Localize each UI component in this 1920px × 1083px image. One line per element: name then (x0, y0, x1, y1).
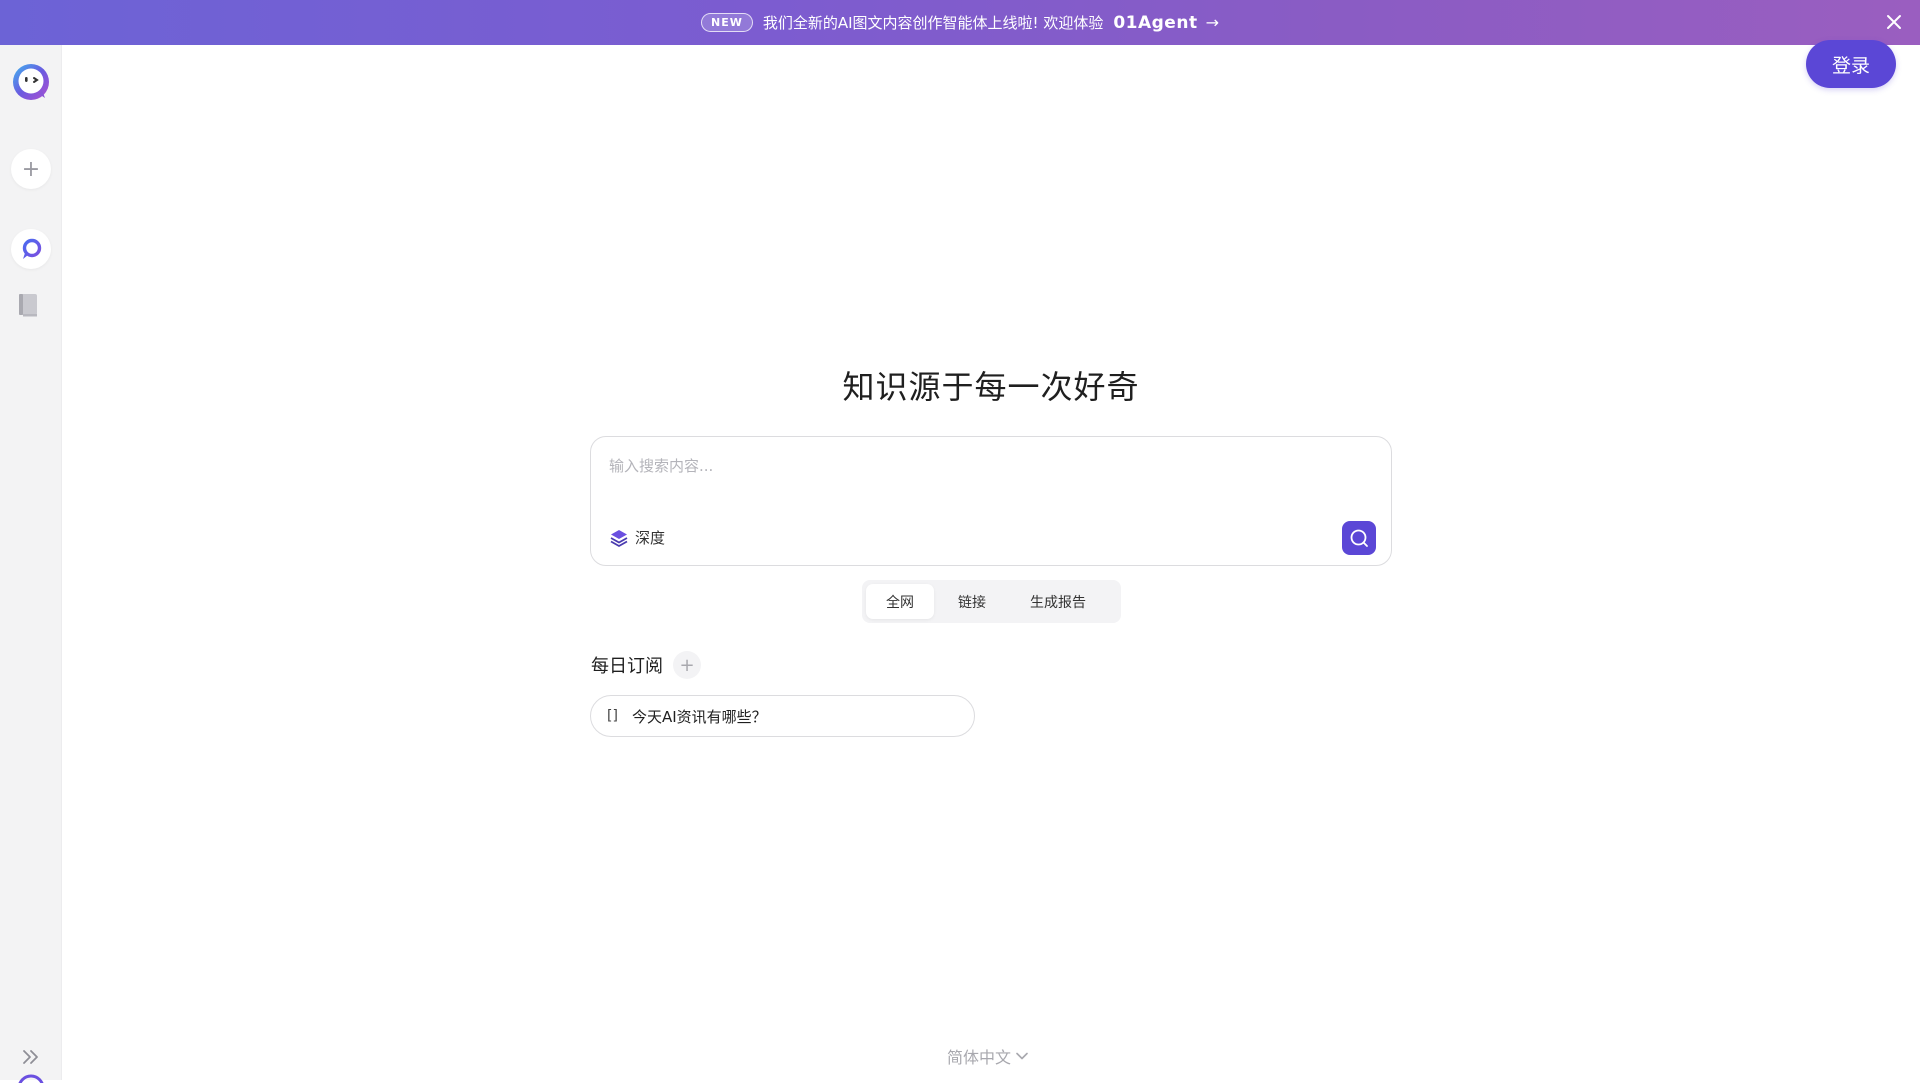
tab-generate-report[interactable]: 生成报告 (1010, 584, 1106, 619)
close-icon[interactable] (1885, 13, 1903, 31)
daily-subscription-header: 每日订阅 + (591, 651, 701, 679)
chevron-down-icon (1016, 1052, 1028, 1060)
page-title: 知识源于每一次好奇 (842, 368, 1140, 406)
login-button[interactable]: 登录 (1806, 40, 1896, 88)
search-nav-button[interactable] (11, 229, 51, 269)
search-box: 深度 (590, 436, 1392, 566)
user-avatar[interactable] (16, 1073, 46, 1083)
app-logo-icon[interactable] (11, 62, 51, 102)
search-scope-tabs: 全网 链接 生成报告 (862, 580, 1121, 623)
language-label: 简体中文 (947, 1048, 1012, 1067)
banner-brand-link[interactable]: 01Agent (1113, 13, 1197, 33)
new-chat-button[interactable]: + (11, 149, 51, 189)
sidebar: + (0, 45, 62, 1083)
subscription-item-icon: [] (607, 708, 618, 724)
add-subscription-button[interactable]: + (673, 651, 701, 679)
banner-text: 我们全新的AI图文内容创作智能体上线啦! 欢迎体验 (762, 14, 1104, 32)
subscription-item-label: 今天AI资讯有哪些？ (631, 707, 767, 726)
layers-icon (610, 529, 628, 547)
banner-close-button[interactable] (1882, 10, 1906, 34)
search-bubble-icon (22, 238, 42, 259)
library-book-icon[interactable] (17, 292, 41, 318)
language-selector[interactable]: 简体中文 (947, 1044, 1029, 1068)
subscription-item[interactable]: [] 今天AI资讯有哪些？ (590, 695, 975, 737)
expand-sidebar-icon[interactable] (19, 1045, 43, 1069)
arrow-right-icon[interactable]: → (1206, 13, 1219, 32)
daily-subscription-title: 每日订阅 (591, 656, 663, 677)
depth-toggle[interactable]: 深度 (609, 527, 665, 548)
announcement-banner[interactable]: NEW 我们全新的AI图文内容创作智能体上线啦! 欢迎体验 01Agent → (0, 0, 1920, 45)
tab-all-web[interactable]: 全网 (866, 584, 934, 619)
new-badge: NEW (701, 13, 753, 32)
search-icon (1350, 529, 1368, 547)
search-input[interactable] (609, 451, 1369, 481)
tab-link[interactable]: 链接 (938, 584, 1006, 619)
search-submit-button[interactable] (1342, 521, 1376, 555)
depth-label: 深度 (635, 529, 666, 547)
